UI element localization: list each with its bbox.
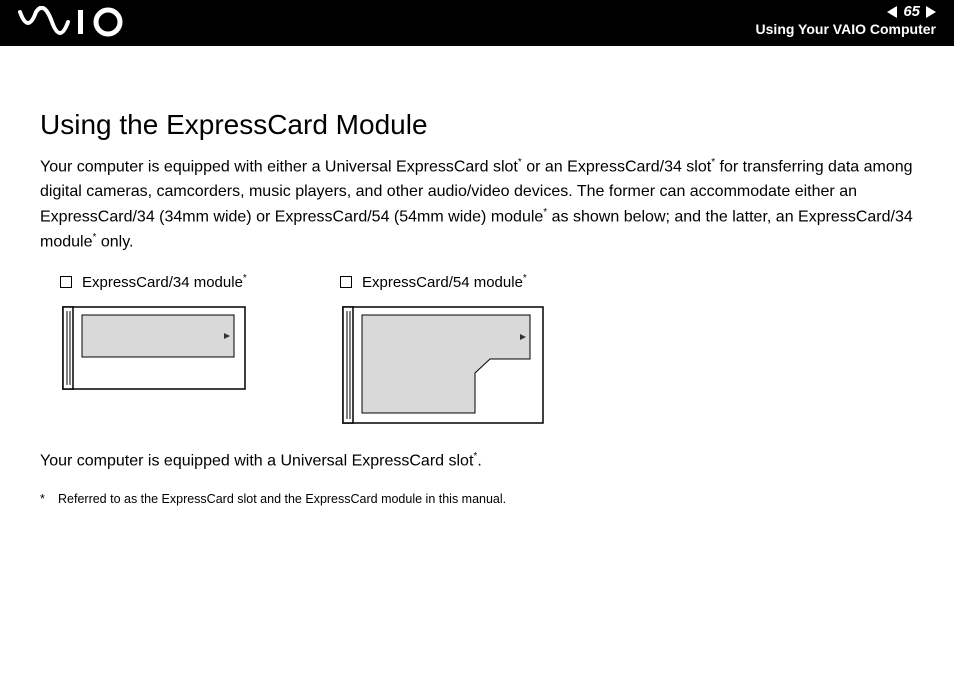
footnote: *Referred to as the ExpressCard slot and… (40, 492, 914, 506)
expresscard-54-icon (340, 301, 550, 431)
bullet-icon (60, 276, 72, 288)
module-34-label: ExpressCard/34 module (82, 274, 243, 291)
equipped-line: Your computer is equipped with a Univers… (40, 449, 914, 474)
expresscard-34-icon (60, 301, 250, 401)
prev-page-icon[interactable] (887, 6, 897, 18)
footnote-text: Referred to as the ExpressCard slot and … (58, 492, 506, 506)
page-navigator: 65 (756, 3, 936, 20)
page-title: Using the ExpressCard Module (40, 109, 914, 141)
vaio-logo (18, 6, 128, 38)
bullet-icon (340, 276, 352, 288)
page-number: 65 (903, 3, 920, 20)
header-bar: 65 Using Your VAIO Computer (0, 0, 954, 46)
module-54: ExpressCard/54 module* (340, 273, 550, 431)
module-34: ExpressCard/34 module* (60, 273, 250, 431)
module-54-label: ExpressCard/54 module (362, 274, 523, 291)
intro-paragraph: Your computer is equipped with either a … (40, 155, 914, 255)
module-illustrations: ExpressCard/34 module* ExpressCard/54 mo… (60, 273, 914, 431)
page-content: Using the ExpressCard Module Your comput… (0, 46, 954, 506)
next-page-icon[interactable] (926, 6, 936, 18)
footnote-mark: * (40, 492, 58, 506)
section-label: Using Your VAIO Computer (756, 21, 936, 37)
